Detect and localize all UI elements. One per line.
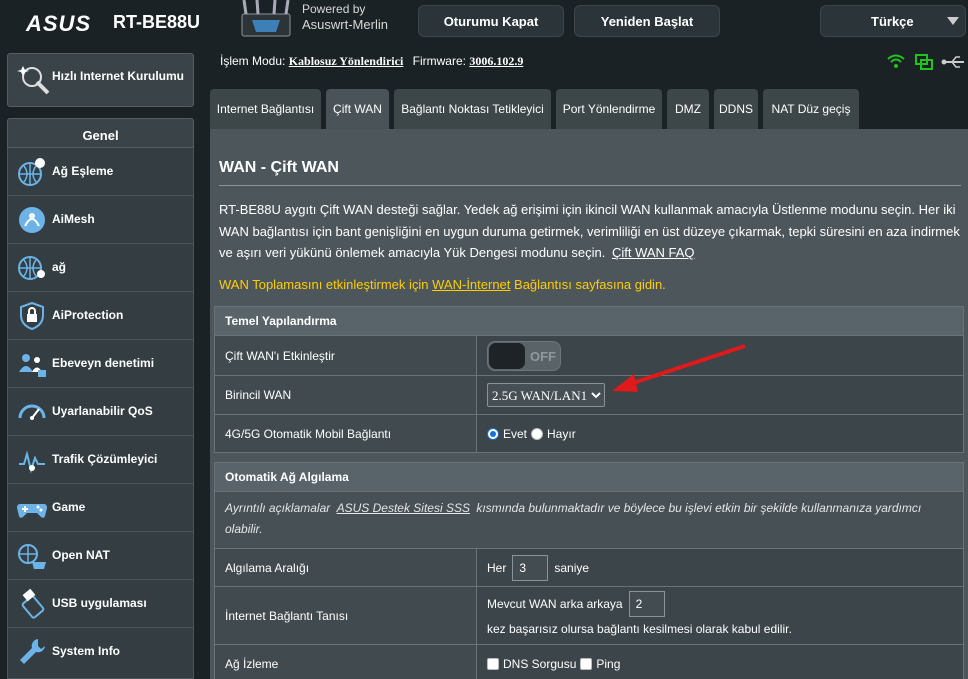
sidebar-item-network-map[interactable]: Ağ Eşleme <box>7 148 194 196</box>
wrench-icon <box>20 639 45 664</box>
tab-port-forwarding[interactable]: Port Yönlendirme <box>556 89 662 129</box>
sidebar-item-system-info[interactable]: System Info <box>7 628 194 679</box>
wifi-icon[interactable] <box>887 54 905 69</box>
speedometer-icon <box>18 404 46 420</box>
sidebar-item-game[interactable]: Game <box>7 484 194 532</box>
table-row: Birincil WAN 2.5G WAN/LAN1 <box>215 375 963 414</box>
status-icons <box>887 54 965 70</box>
sidebar-item-aimesh[interactable]: AiMesh <box>7 196 194 244</box>
parental-control-icon <box>19 354 46 377</box>
sidebar-item-aiprotection[interactable]: AiProtection <box>7 292 194 340</box>
table-row: Ağ İzleme DNS Sorgusu Ping <box>215 644 963 679</box>
top-bar: ASUS RT-BE88U Powered by Asuswrt-Merlin … <box>0 0 968 46</box>
open-nat-icon <box>18 544 46 569</box>
title-divider <box>219 185 961 186</box>
section-header: Otomatik Ağ Algılama <box>215 463 963 491</box>
tab-dmz[interactable]: DMZ <box>667 89 709 129</box>
language-select[interactable]: Türkçe <box>820 5 966 37</box>
quick-internet-setup-button[interactable]: Hızlı Internet Kurulumu <box>7 53 194 107</box>
dual-wan-faq-link[interactable]: Çift WAN FAQ <box>612 245 695 260</box>
sidebar-item-adaptive-qos[interactable]: Uyarlanabilir QoS <box>7 388 194 436</box>
wan-aggregation-note: WAN Toplamasını etkinleştirmek için WAN-… <box>219 277 666 292</box>
usb-icon <box>21 588 45 619</box>
section-header: Temel Yapılandırma <box>215 307 963 335</box>
router-image-icon <box>241 0 291 37</box>
sidebar-item-usb-app[interactable]: USB uygulaması <box>7 580 194 628</box>
asus-logo: ASUS <box>26 11 92 36</box>
diag-failure-count-input[interactable]: 2 <box>628 590 665 617</box>
powered-by: Powered by Asuswrt-Merlin <box>302 2 388 32</box>
network-map-icon <box>18 158 45 186</box>
gamepad-icon <box>17 504 47 518</box>
status-bar: İşlem Modu: Kablosuz Yönlendirici Firmwa… <box>220 54 524 68</box>
basic-config-section: Temel Yapılandırma Çift WAN'ı Etkinleşti… <box>214 306 964 453</box>
main-panel: WAN - Çift WAN RT-BE88U aygıtı Çift WAN … <box>210 129 968 679</box>
tab-port-trigger[interactable]: Bağlantı Noktası Tetikleyici <box>394 89 551 129</box>
traffic-analyzer-icon <box>19 450 45 474</box>
usb-status-icon[interactable] <box>941 56 965 68</box>
tab-dual-wan[interactable]: Çift WAN <box>326 89 389 129</box>
reboot-button[interactable]: Yeniden Başlat <box>574 5 720 37</box>
globe-icon <box>18 256 45 280</box>
sidebar-item-traffic-analyzer[interactable]: Trafik Çözümleyici <box>7 436 194 484</box>
mobile-no-radio[interactable]: Hayır <box>531 427 576 441</box>
primary-wan-select[interactable]: 2.5G WAN/LAN1 <box>487 383 605 407</box>
tab-nat-passthrough[interactable]: NAT Düz geçiş <box>763 89 859 129</box>
dual-wan-toggle[interactable]: OFF <box>487 340 561 371</box>
table-row: İnternet Bağlantı Tanısı Mevcut WAN arka… <box>215 586 963 644</box>
firmware-link[interactable]: 3006.102.9 <box>469 54 523 68</box>
chevron-down-icon <box>947 17 959 25</box>
page-title: WAN - Çift WAN <box>219 159 339 176</box>
router-model: RT-BE88U <box>113 12 201 32</box>
sidebar-item-parental-control[interactable]: Ebeveyn denetimi <box>7 340 194 388</box>
dns-query-checkbox[interactable]: DNS Sorgusu <box>487 657 576 671</box>
magic-wand-icon <box>17 66 50 95</box>
lan-status-icon[interactable] <box>915 54 933 70</box>
table-row: Algılama Aralığı Her 3 saniye <box>215 548 963 586</box>
tab-ddns[interactable]: DDNS <box>714 89 758 129</box>
sidebar-item-open-nat[interactable]: Open NAT <box>7 532 194 580</box>
mobile-yes-radio[interactable]: Evet <box>487 427 527 441</box>
detect-explanation: Ayrıntılı açıklamalar ASUS Destek Sitesi… <box>215 491 963 548</box>
auto-detect-section: Otomatik Ağ Algılama Ayrıntılı açıklamal… <box>214 462 964 679</box>
shield-lock-icon <box>20 301 44 331</box>
tab-internet-connection[interactable]: Internet Bağlantısı <box>210 89 321 129</box>
ping-checkbox[interactable]: Ping <box>580 657 620 671</box>
page-description: RT-BE88U aygıtı Çift WAN desteği sağlar.… <box>219 202 960 260</box>
wan-internet-link[interactable]: WAN-İnternet <box>432 277 510 292</box>
operation-mode-link[interactable]: Kablosuz Yönlendirici <box>289 54 404 68</box>
sidebar-section-title: Genel <box>7 118 194 148</box>
detect-interval-input[interactable]: 3 <box>512 554 549 581</box>
aimesh-icon <box>19 207 45 233</box>
sidebar-item-network[interactable]: ağ <box>7 244 194 292</box>
asus-support-faq-link[interactable]: ASUS Destek Sitesi SSS <box>337 501 470 515</box>
table-row: 4G/5G Otomatik Mobil Bağlantı Evet Hayır <box>215 414 963 452</box>
table-row: Çift WAN'ı Etkinleştir OFF <box>215 335 963 375</box>
logout-button[interactable]: Oturumu Kapat <box>418 5 564 37</box>
